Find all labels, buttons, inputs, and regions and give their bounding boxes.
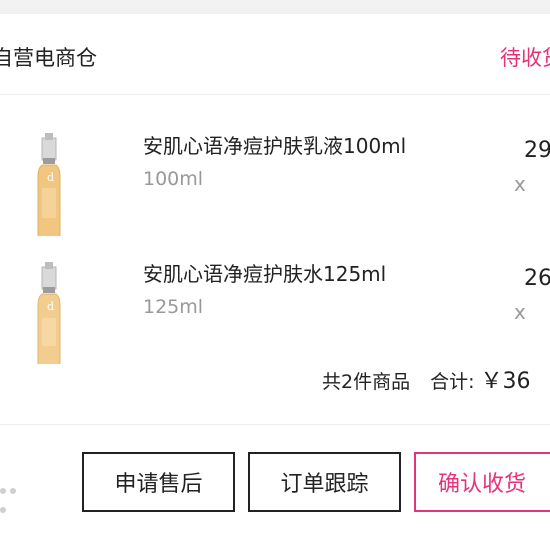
store-header[interactable]: 自营电商仓 待收货: [0, 14, 550, 95]
product-quantity: x: [514, 172, 526, 196]
product-name[interactable]: 安肌心语净痘护肤水125ml: [143, 258, 386, 287]
product-price: 29: [524, 138, 550, 163]
order-summary: 共2件商品 合计: ￥36: [322, 363, 531, 395]
product-price: 26: [524, 266, 550, 291]
product-item[interactable]: d 安肌心语净痘护肤乳液100ml 100ml 29 x: [0, 118, 550, 238]
order-card[interactable]: 自营电商仓 待收货 d 安肌心语净痘护肤乳液100ml 100ml 29 x d…: [0, 14, 550, 550]
after-sales-button[interactable]: 申请售后: [82, 452, 235, 512]
svg-text:d: d: [47, 300, 54, 313]
product-thumbnail[interactable]: d: [18, 246, 118, 364]
total-label: 合计:: [430, 371, 475, 393]
store-name[interactable]: 自营电商仓: [0, 42, 97, 72]
product-spec: 125ml: [143, 296, 204, 318]
track-order-button[interactable]: 订单跟踪: [248, 452, 401, 512]
product-spec: 100ml: [143, 168, 204, 190]
confirm-receipt-button[interactable]: 确认收货: [414, 452, 550, 512]
total-amount: ￥36: [480, 369, 531, 394]
product-name[interactable]: 安肌心语净痘护肤乳液100ml: [143, 130, 406, 159]
more-icon[interactable]: [0, 479, 24, 513]
product-item[interactable]: d 安肌心语净痘护肤水125ml 125ml 26 x: [0, 246, 550, 366]
product-thumbnail[interactable]: d: [18, 118, 118, 236]
item-count: 共2件商品: [322, 371, 411, 393]
svg-text:d: d: [47, 171, 54, 184]
divider: [0, 424, 550, 425]
product-quantity: x: [514, 300, 526, 324]
order-status: 待收货: [500, 46, 550, 70]
